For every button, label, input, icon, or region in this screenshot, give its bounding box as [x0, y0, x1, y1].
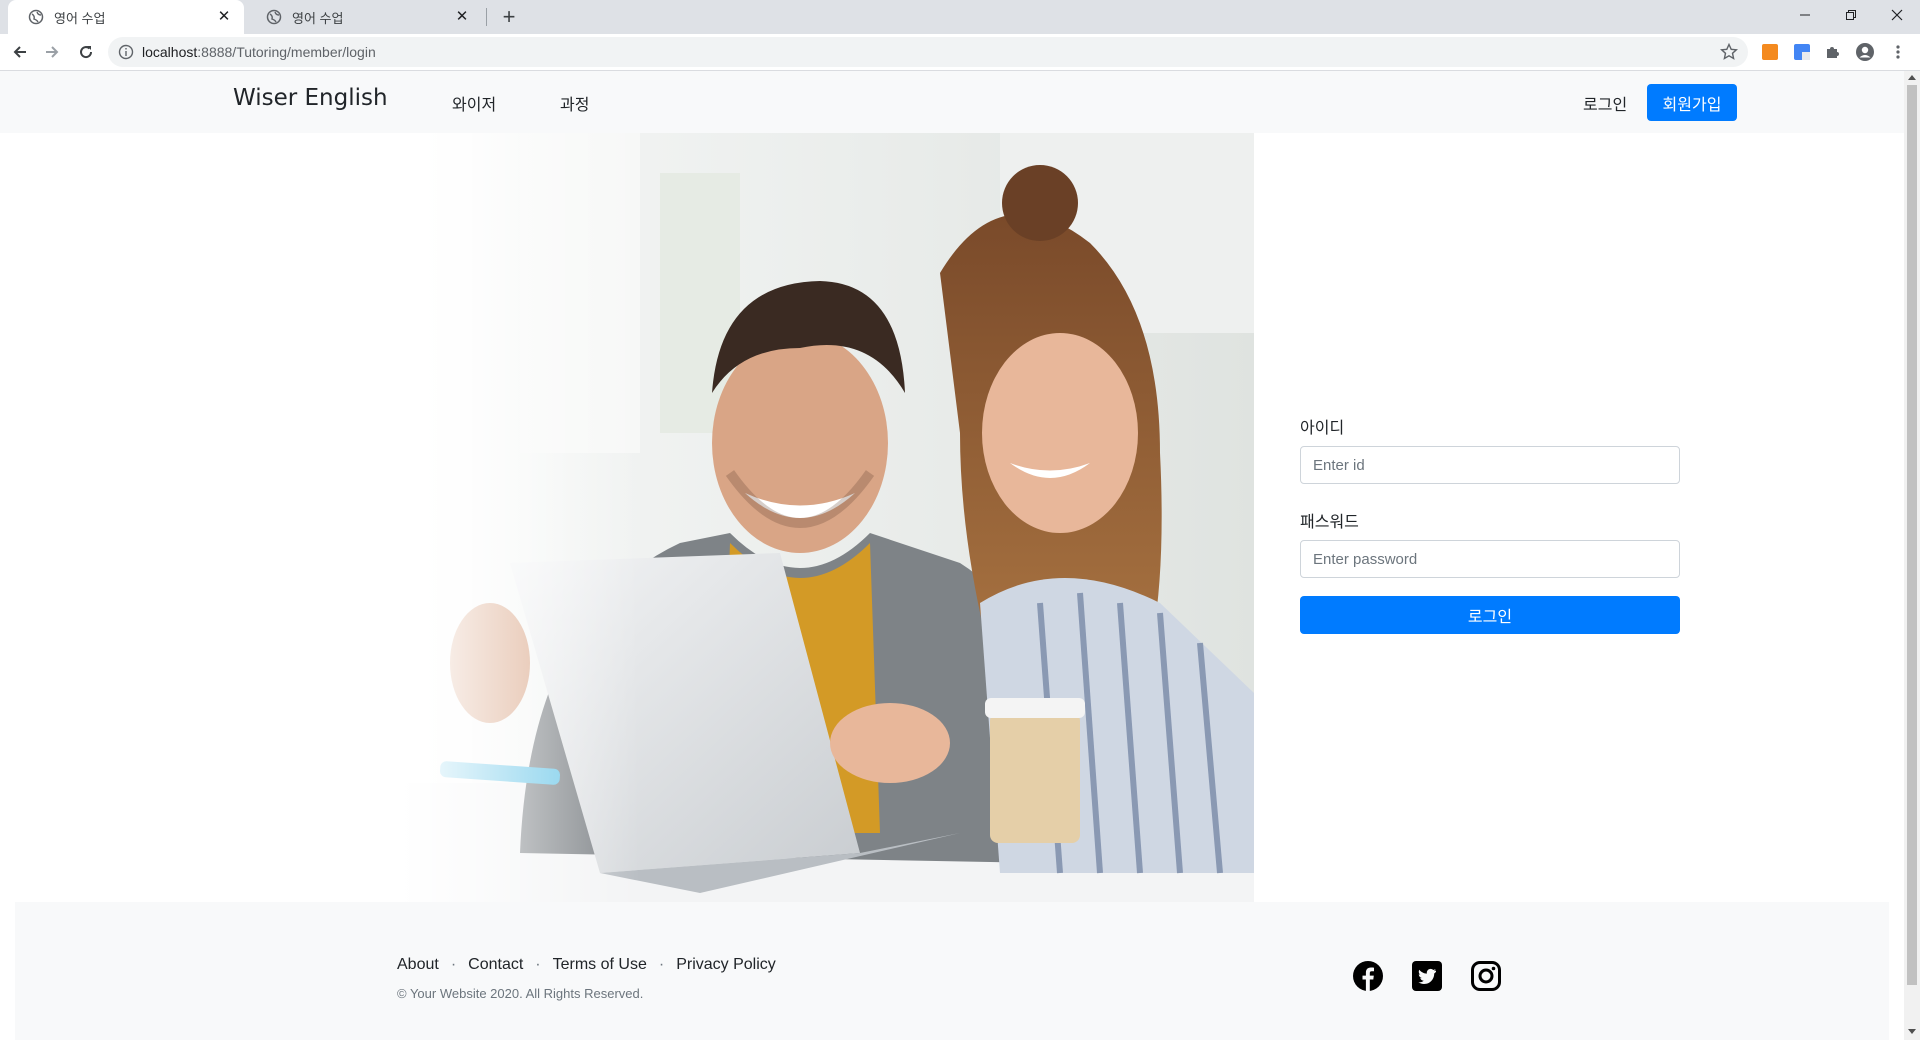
globe-icon — [28, 9, 44, 25]
menu-kebab-icon[interactable] — [1888, 42, 1908, 62]
back-button[interactable] — [8, 40, 32, 64]
puzzle-icon[interactable] — [1823, 42, 1843, 62]
nav-link-wiser[interactable]: 와이저 — [452, 91, 496, 115]
reload-icon — [80, 46, 93, 59]
close-window-button[interactable] — [1874, 0, 1920, 30]
password-label: 패스워드 — [1300, 512, 1359, 531]
instagram-icon[interactable] — [1470, 960, 1502, 992]
address-bar[interactable]: localhost:8888/Tutoring/member/login — [108, 37, 1748, 67]
footer-links: About · Contact · Terms of Use · Privacy… — [397, 956, 776, 974]
login-form: 아이디 패스워드 로그인 — [1300, 414, 1680, 634]
minimize-button[interactable] — [1782, 0, 1828, 30]
reload-button[interactable] — [74, 40, 98, 64]
footer-separator: · — [450, 956, 457, 973]
close-icon[interactable]: ✕ — [216, 9, 232, 25]
page-viewport: Wiser English 와이저 과정 로그인 회원가입 아이디 Enter … — [0, 71, 1904, 1040]
nav-link-course[interactable]: 과정 — [560, 91, 589, 115]
footer-separator: · — [535, 956, 541, 973]
browser-toolbar: localhost:8888/Tutoring/member/login — [0, 34, 1920, 71]
browser-tabstrip: 영어 수업 ✕ 영어 수업 ✕ + — [0, 0, 1920, 34]
facebook-icon[interactable] — [1352, 960, 1384, 992]
info-icon[interactable] — [118, 44, 134, 60]
login-submit-button[interactable]: 로그인 — [1300, 596, 1680, 634]
scrollbar-thumb[interactable] — [1907, 85, 1917, 985]
url-text[interactable]: localhost:8888/Tutoring/member/login — [142, 44, 376, 60]
password-input[interactable] — [1300, 540, 1680, 578]
url-host: localhost — [142, 44, 198, 60]
url-path: :8888/Tutoring/member/login — [197, 44, 376, 60]
bookmark-star-icon[interactable] — [1720, 43, 1738, 61]
footer-link-privacy[interactable]: Privacy Policy — [676, 956, 776, 974]
minimize-icon — [1800, 14, 1810, 16]
new-tab-button[interactable]: + — [496, 4, 522, 30]
students-laptop-illustration — [400, 133, 1254, 903]
brand-logo[interactable]: Wiser English — [233, 85, 388, 111]
close-icon[interactable]: ✕ — [454, 9, 470, 25]
restore-button[interactable] — [1828, 0, 1874, 30]
forward-button[interactable] — [40, 40, 64, 64]
id-label: 아이디 — [1300, 418, 1345, 437]
footer-link-terms[interactable]: Terms of Use — [553, 956, 647, 974]
page-scrollbar[interactable] — [1904, 71, 1920, 1040]
arrow-left-icon — [13, 46, 26, 58]
tab-title: 영어 수업 — [292, 10, 344, 26]
site-footer: About · Contact · Terms of Use · Privacy… — [15, 902, 1889, 1040]
browser-tab[interactable]: 영어 수업 ✕ — [246, 0, 482, 34]
site-navbar: Wiser English 와이저 과정 로그인 회원가입 — [0, 71, 1904, 133]
scroll-down-icon[interactable] — [1908, 1029, 1916, 1034]
tab-title: 영어 수업 — [54, 10, 106, 26]
id-input[interactable] — [1300, 446, 1680, 484]
scroll-up-icon[interactable] — [1908, 75, 1916, 80]
globe-icon — [266, 9, 282, 25]
browser-tab-active[interactable]: 영어 수업 ✕ — [8, 0, 244, 34]
restore-icon — [1846, 10, 1856, 20]
arrow-right-icon — [46, 46, 59, 58]
signup-button[interactable]: 회원가입 — [1647, 84, 1737, 121]
hero-image — [400, 133, 1254, 903]
extension-rx-icon[interactable] — [1760, 42, 1780, 62]
tab-separator — [486, 8, 487, 26]
twitter-icon[interactable] — [1411, 960, 1443, 992]
footer-separator: · — [658, 956, 665, 973]
close-icon — [1891, 9, 1903, 21]
profile-icon[interactable] — [1855, 42, 1875, 62]
copyright-text: © Your Website 2020. All Rights Reserved… — [397, 986, 644, 1001]
translate-icon[interactable] — [1792, 42, 1812, 62]
nav-login-link[interactable]: 로그인 — [1583, 91, 1627, 115]
footer-link-contact[interactable]: Contact — [468, 956, 523, 974]
footer-link-about[interactable]: About — [397, 956, 439, 974]
